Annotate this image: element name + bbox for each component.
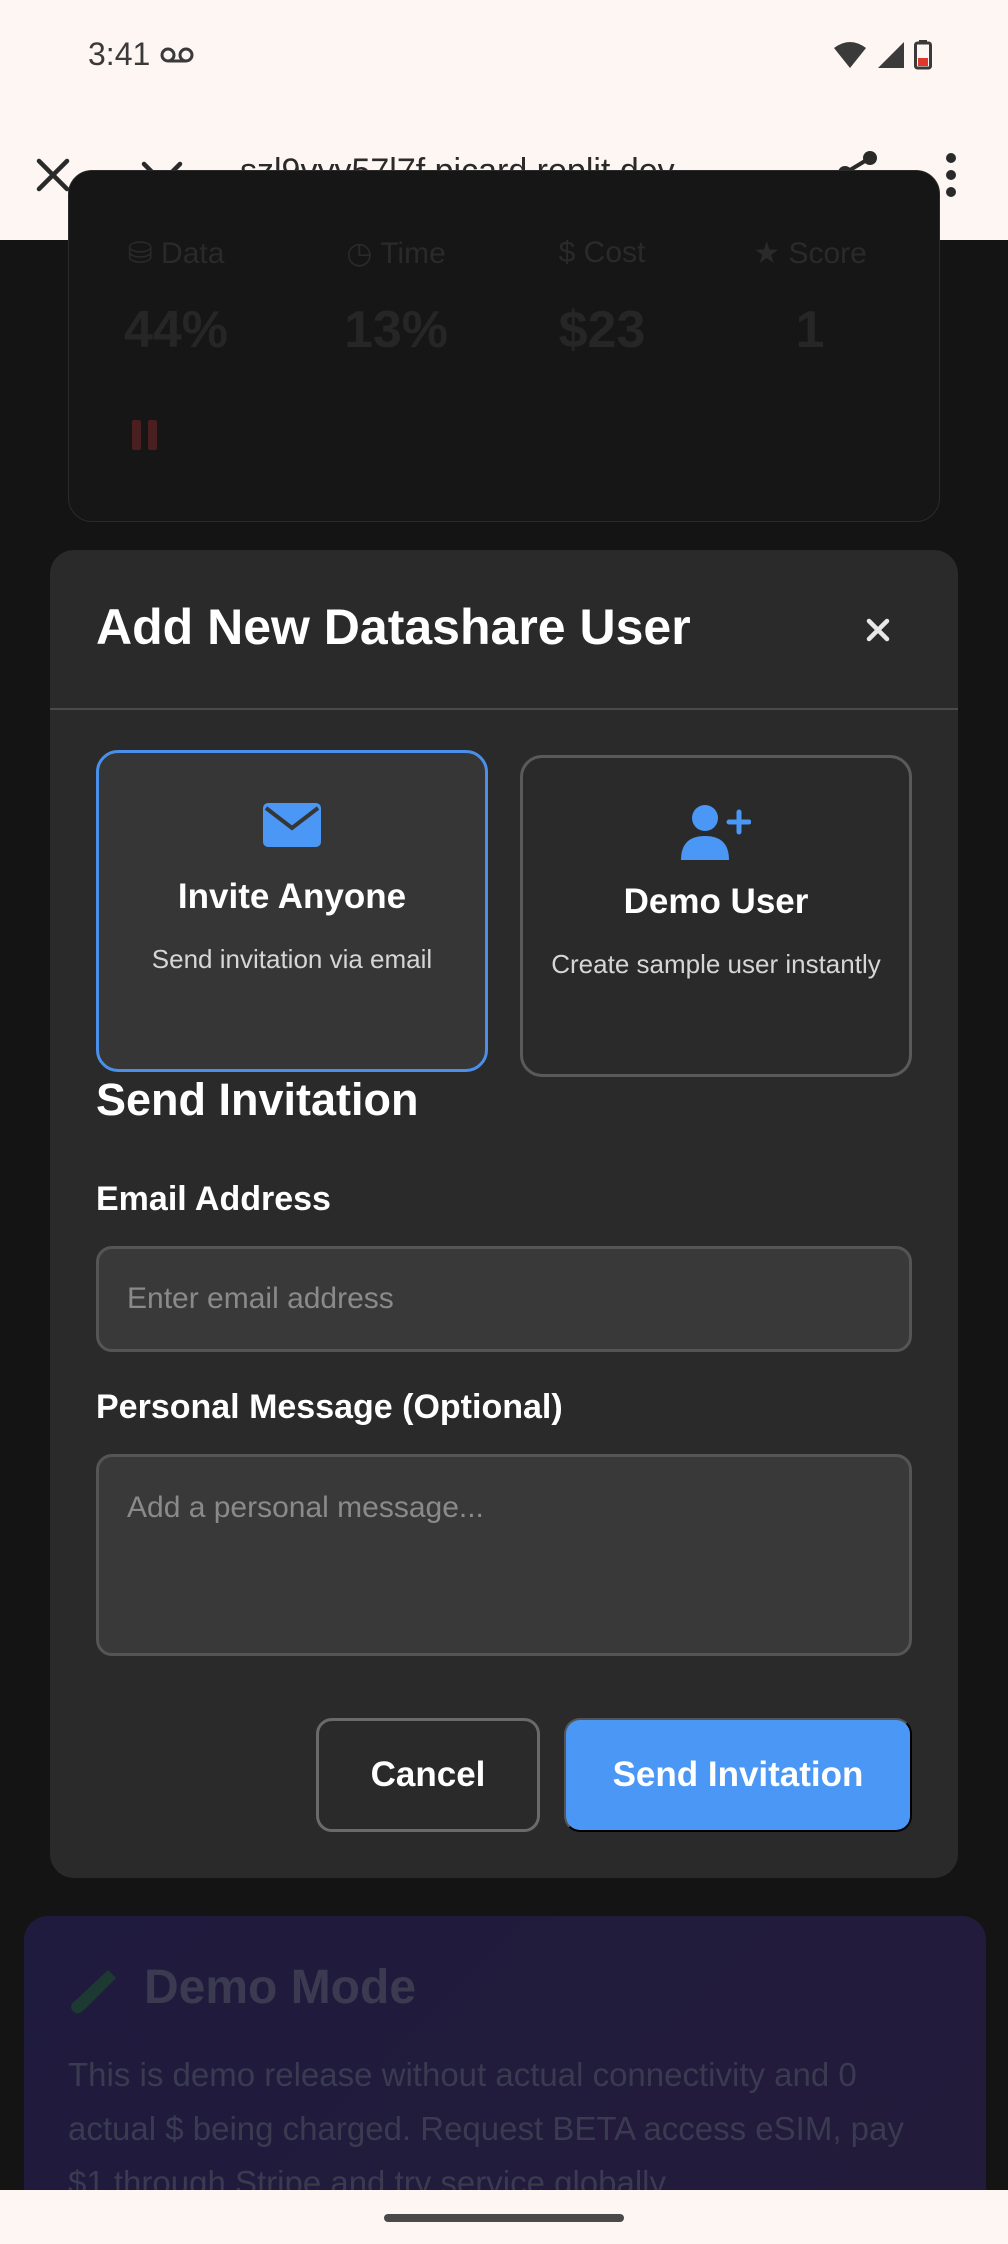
battery-icon [914, 40, 932, 75]
stat-score-value: 1 [795, 301, 825, 359]
test-tube-icon [68, 1966, 120, 2023]
stat-data-label: ⛁ Data [127, 237, 225, 270]
status-bar: 3:41 [0, 0, 1008, 112]
dollar-icon: $ [558, 236, 576, 269]
voicemail-icon [160, 46, 194, 69]
modal-title: Add New Datashare User [96, 599, 691, 655]
user-plus-icon [523, 804, 909, 860]
demo-user-option[interactable]: Demo User Create sample user instantly [520, 755, 912, 1077]
envelope-icon [99, 803, 485, 847]
email-field[interactable] [96, 1246, 912, 1352]
stat-data-value: 44% [123, 301, 229, 359]
clock-icon: ◷ [346, 237, 373, 270]
wifi-icon [832, 40, 868, 75]
message-label: Personal Message (Optional) [96, 1388, 563, 1426]
stat-cost-label: $ Cost [558, 236, 646, 269]
invite-anyone-title: Invite Anyone [177, 877, 407, 916]
demo-user-title: Demo User [623, 882, 809, 921]
add-user-modal: Add New Datashare User Invite Anyone Sen… [50, 550, 958, 1878]
status-time: 3:41 [88, 36, 151, 72]
database-icon: ⛁ [127, 237, 153, 270]
stat-score-label: ★ Score [753, 237, 867, 270]
section-title: Send Invitation [96, 1074, 419, 1125]
stat-time-value: 13% [343, 301, 449, 359]
star-icon: ★ [753, 237, 781, 270]
gesture-handle[interactable] [384, 2214, 624, 2222]
invite-anyone-option[interactable]: Invite Anyone Send invitation via email [96, 750, 488, 1072]
stat-time-label: ◷ Time [346, 237, 446, 270]
close-icon[interactable] [858, 610, 898, 650]
demo-mode-text: This is demo release without actual conn… [68, 2056, 904, 2201]
personal-message-field[interactable] [96, 1454, 912, 1656]
more-options-icon[interactable] [944, 152, 958, 203]
stat-cost-value: $23 [558, 301, 646, 359]
modal-divider [50, 708, 958, 710]
invite-anyone-subtitle: Send invitation via email [151, 944, 433, 974]
demo-user-subtitle: Create sample user instantly [551, 949, 881, 979]
signal-icon [876, 40, 906, 75]
demo-mode-title: Demo Mode [144, 1961, 417, 2014]
cancel-button[interactable]: Cancel [316, 1718, 540, 1832]
email-label: Email Address [96, 1180, 331, 1218]
send-invitation-button[interactable]: Send Invitation [564, 1718, 912, 1832]
pause-icon [132, 420, 158, 455]
close-tab-icon[interactable] [34, 156, 72, 199]
